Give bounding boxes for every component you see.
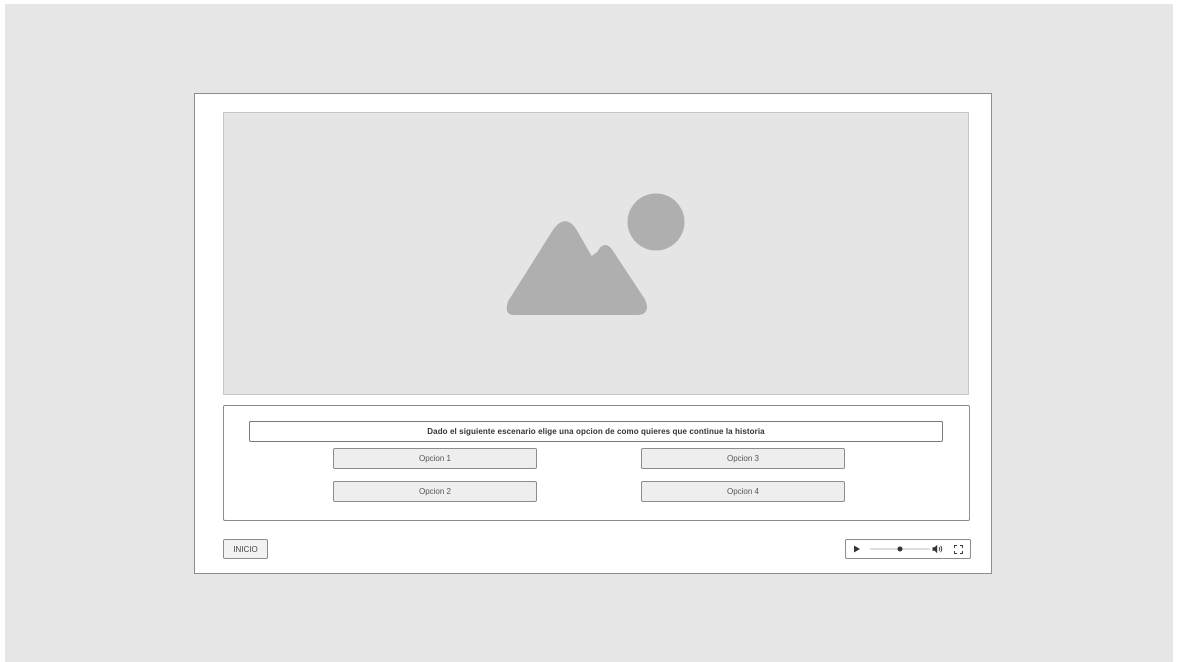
seek-thumb — [897, 546, 903, 552]
option-4-button[interactable]: Opcion 4 — [641, 481, 845, 502]
story-window: Dado el siguiente escenario elige una op… — [194, 93, 992, 574]
option-2-button[interactable]: Opcion 2 — [333, 481, 537, 502]
image-placeholder-icon — [506, 193, 685, 315]
option-3-button[interactable]: Opcion 3 — [641, 448, 845, 469]
start-button[interactable]: INICIO — [223, 539, 268, 559]
scene-image — [223, 112, 969, 395]
volume-icon[interactable] — [930, 540, 946, 558]
story-prompt: Dado el siguiente escenario elige una op… — [249, 421, 943, 442]
option-1-button[interactable]: Opcion 1 — [333, 448, 537, 469]
play-icon[interactable] — [852, 540, 862, 558]
question-panel: Dado el siguiente escenario elige una op… — [223, 405, 970, 521]
seek-slider[interactable] — [868, 540, 932, 558]
fullscreen-icon[interactable] — [952, 540, 964, 558]
media-player — [845, 539, 971, 559]
